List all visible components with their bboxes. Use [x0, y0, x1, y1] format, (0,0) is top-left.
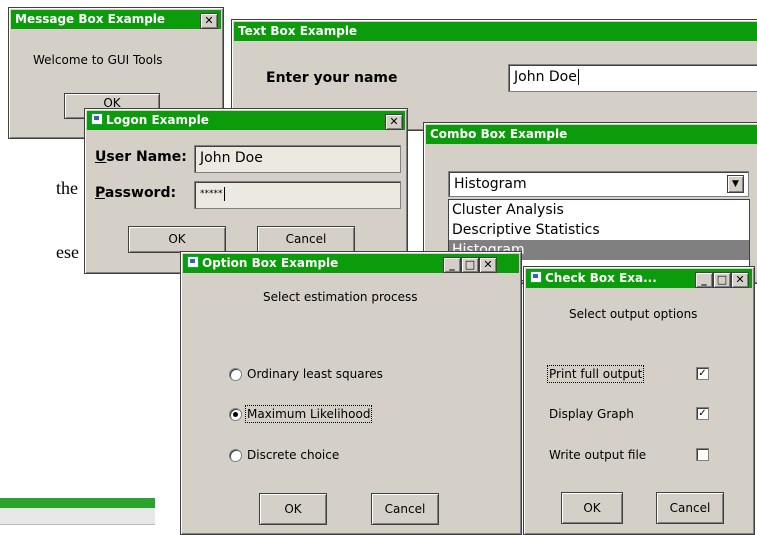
ok-button[interactable]: OK	[259, 493, 327, 525]
radio-discrete[interactable]	[229, 449, 242, 462]
message-text: Welcome to GUI Tools	[33, 53, 163, 67]
user-name-accel: U	[95, 149, 107, 165]
close-icon[interactable]: ✕	[479, 257, 497, 273]
check-label[interactable]: Display Graph	[549, 407, 634, 421]
combo-box-titlebar[interactable]: Combo Box Example	[426, 125, 757, 144]
logon-titlebar[interactable]: Logon Example	[87, 111, 405, 130]
password-label-text: assword:	[104, 185, 177, 201]
check-label[interactable]: Print full output	[546, 365, 645, 383]
radio-ols[interactable]	[229, 368, 242, 381]
radio-label[interactable]: Ordinary least squares	[247, 367, 383, 381]
combo-selected-value: Histogram	[454, 176, 527, 192]
window-app-icon	[91, 113, 103, 125]
chevron-down-icon[interactable]: ▼	[727, 175, 744, 193]
text-box-titlebar[interactable]: Text Box Example	[234, 22, 757, 41]
minimize-icon[interactable]: _	[695, 272, 713, 288]
radio-label[interactable]: Maximum Likelihood	[244, 405, 373, 423]
thumbnail-window-strip	[0, 508, 155, 525]
cancel-button[interactable]: Cancel	[371, 493, 439, 525]
password-label: Password:	[95, 185, 176, 201]
password-input[interactable]: *****	[194, 181, 401, 209]
user-name-label-text: ser Name:	[106, 149, 187, 165]
minimize-icon[interactable]: _	[443, 257, 461, 273]
ok-button-label: OK	[284, 502, 302, 516]
logon-window: Logon Example ✕ User Name: John Doe Pass…	[84, 108, 408, 274]
thumbnail-window-bar	[0, 498, 155, 508]
check-prompt: Select output options	[569, 307, 698, 321]
window-app-icon	[530, 271, 542, 283]
option-box-title: Option Box Example	[202, 256, 339, 270]
check-write-file[interactable]	[696, 448, 709, 461]
ok-button-label: OK	[168, 232, 186, 246]
check-label[interactable]: Write output file	[549, 448, 646, 462]
password-accel: P	[95, 185, 105, 201]
password-value: *****	[200, 189, 223, 199]
text-box-title: Text Box Example	[238, 24, 358, 38]
option-box-window: Option Box Example _ □ ✕ Select estimati…	[180, 251, 522, 535]
user-name-value: John Doe	[200, 150, 263, 166]
name-label: Enter your name	[266, 70, 398, 86]
user-name-input[interactable]: John Doe	[194, 145, 401, 173]
name-input[interactable]: John Doe	[508, 64, 757, 92]
message-box-titlebar[interactable]: Message Box Example	[11, 10, 221, 29]
maximize-icon[interactable]: □	[461, 257, 479, 273]
cancel-button-label: Cancel	[669, 501, 711, 515]
radio-label[interactable]: Discrete choice	[247, 448, 339, 462]
check-box-title: Check Box Exa...	[545, 271, 657, 285]
check-display-graph[interactable]: ✓	[696, 407, 709, 420]
combo-select[interactable]: Histogram	[448, 171, 749, 197]
doc-text-fragment: the	[56, 178, 78, 198]
name-input-value: John Doe	[514, 69, 577, 85]
ok-button[interactable]: OK	[128, 226, 226, 253]
doc-text-fragment: ese	[56, 242, 79, 262]
window-app-icon	[187, 256, 199, 268]
check-box-window: Check Box Exa... _ □ ✕ Select output opt…	[523, 266, 755, 535]
logon-title: Logon Example	[106, 113, 209, 127]
close-icon[interactable]: ✕	[731, 272, 749, 288]
user-name-label: User Name:	[95, 149, 187, 165]
close-icon[interactable]: ✕	[200, 13, 218, 29]
check-print-full[interactable]: ✓	[696, 367, 709, 380]
option-prompt: Select estimation process	[263, 290, 418, 304]
radio-ml[interactable]	[229, 408, 242, 421]
maximize-icon[interactable]: □	[713, 272, 731, 288]
combo-option[interactable]: Descriptive Statistics	[449, 220, 749, 240]
close-icon[interactable]: ✕	[385, 114, 403, 130]
message-box-title: Message Box Example	[15, 12, 166, 26]
cancel-button-label: Cancel	[285, 232, 327, 246]
ok-button[interactable]: OK	[561, 492, 623, 524]
combo-option[interactable]: Cluster Analysis	[449, 200, 749, 220]
cancel-button[interactable]: Cancel	[656, 492, 724, 524]
combo-box-title: Combo Box Example	[430, 127, 568, 141]
ok-button-label: OK	[583, 501, 601, 515]
cancel-button[interactable]: Cancel	[257, 226, 355, 253]
cancel-button-label: Cancel	[384, 502, 426, 516]
